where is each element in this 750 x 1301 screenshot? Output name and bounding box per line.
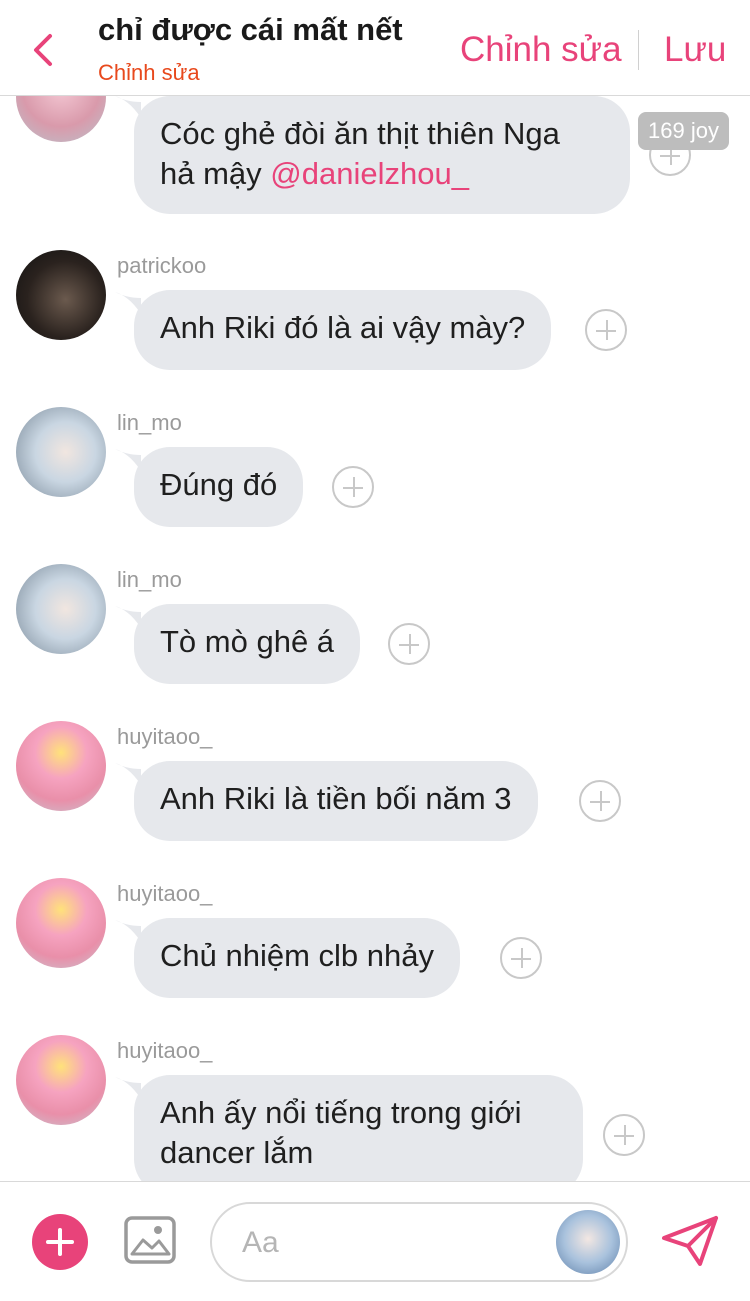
chat-title: chỉ được cái mất nết	[98, 12, 403, 47]
message-username[interactable]: huyitaoo_	[117, 1038, 212, 1064]
message-bubble[interactable]: Anh Riki là tiền bối năm 3	[134, 761, 538, 841]
message-input[interactable]: Aa	[210, 1202, 628, 1282]
header-divider	[638, 30, 639, 70]
message-username[interactable]: lin_mo	[117, 567, 182, 593]
avatar[interactable]	[16, 407, 106, 497]
message-bubble[interactable]: Anh ấy nổi tiếng trong giới dancer lắm	[134, 1075, 583, 1195]
avatar[interactable]	[16, 1035, 106, 1125]
avatar[interactable]	[16, 564, 106, 654]
message-username[interactable]: patrickoo	[117, 253, 206, 279]
message-text: Tò mò ghê á	[160, 624, 335, 659]
add-reaction-icon[interactable]	[603, 1114, 645, 1156]
message-bubble[interactable]: Anh Riki đó là ai vậy mày?	[134, 290, 552, 370]
message-username[interactable]: lin_mo	[117, 410, 182, 436]
message-username[interactable]: huyitaoo_	[117, 881, 212, 907]
save-button[interactable]: Lưu	[664, 30, 726, 70]
chat-subtitle-edit[interactable]: Chỉnh sửa	[98, 60, 200, 86]
send-icon[interactable]	[660, 1214, 720, 1268]
message-bubble[interactable]: Tò mò ghê á	[134, 604, 361, 684]
message-text: Anh Riki đó là ai vậy mày?	[160, 310, 526, 345]
persona-avatar[interactable]	[556, 1210, 620, 1274]
add-reaction-icon[interactable]	[585, 309, 627, 351]
add-attachment-button[interactable]	[32, 1214, 88, 1270]
message-bubble[interactable]: Chủ nhiệm clb nhảy	[134, 918, 460, 998]
message-text: Đúng đó	[160, 467, 278, 502]
message-input-placeholder: Aa	[242, 1226, 279, 1259]
message-bubble[interactable]: Đúng đó	[134, 447, 304, 527]
add-reaction-icon[interactable]	[332, 466, 374, 508]
mention-link[interactable]: @danielzhou_	[270, 156, 469, 191]
message-text: Chủ nhiệm clb nhảy	[160, 938, 434, 973]
composer-bar: Aa	[0, 1181, 750, 1301]
message-text: Anh ấy nổi tiếng trong giới dancer lắm	[160, 1095, 522, 1170]
add-reaction-icon[interactable]	[579, 780, 621, 822]
message-username[interactable]: huyitaoo_	[117, 724, 212, 750]
avatar[interactable]	[16, 250, 106, 340]
add-reaction-icon[interactable]	[388, 623, 430, 665]
avatar[interactable]	[16, 878, 106, 968]
reaction-count-badge[interactable]: 169 joy	[638, 112, 729, 150]
image-icon[interactable]	[124, 1216, 176, 1264]
add-reaction-icon[interactable]	[500, 937, 542, 979]
avatar[interactable]	[16, 721, 106, 811]
message-text: Anh Riki là tiền bối năm 3	[160, 781, 512, 816]
back-chevron-icon[interactable]	[30, 32, 58, 68]
chat-header: chỉ được cái mất nết Chỉnh sửa Chỉnh sửa…	[0, 0, 750, 96]
edit-button[interactable]: Chỉnh sửa	[460, 30, 622, 70]
message-bubble[interactable]: Cóc ghẻ đòi ăn thịt thiên Nga hả mậy @da…	[134, 96, 630, 214]
